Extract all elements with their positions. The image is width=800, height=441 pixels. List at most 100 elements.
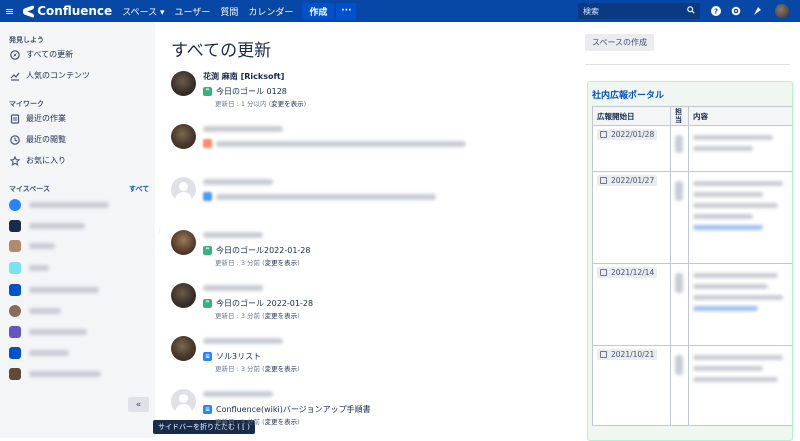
feed-author[interactable] <box>203 177 273 185</box>
sidebar-space-item[interactable] <box>9 347 69 359</box>
more-create-button[interactable]: ··· <box>336 3 357 19</box>
sidebar-space-item[interactable] <box>9 326 87 338</box>
feed-author[interactable] <box>203 283 263 291</box>
feed-item: ❞ 今日のゴール2022-01-28 更新日 : 3 分前 (変更を表示) <box>171 230 551 270</box>
feed-title[interactable] <box>203 192 436 201</box>
feed-item: 花渕 麻南 [Ricksoft] ❞ 今日のゴール 0128 更新日 : 1 分以… <box>171 71 551 111</box>
feed-meta: 更新日 : 3 分前 (変更を表示) <box>215 363 300 373</box>
main-content: すべての更新 花渕 麻南 [Ricksoft] ❞ 今日のゴール 0128 更新日… <box>155 22 800 441</box>
sidebar-heading-myspaces: マイスペース <box>9 185 50 193</box>
clock-icon <box>9 134 20 145</box>
sidebar-space-item[interactable] <box>9 240 55 252</box>
space-icon <box>9 347 21 359</box>
star-icon <box>9 155 20 166</box>
compass-icon <box>9 49 20 60</box>
avatar[interactable] <box>171 124 196 149</box>
date-text: 2021/12/14 <box>611 268 655 277</box>
document-icon <box>9 113 20 124</box>
feed-meta: 更新日 : 3 分前 (変更を表示) <box>215 310 300 320</box>
user-avatar[interactable] <box>775 4 789 18</box>
nav-calendar[interactable]: カレンダー <box>243 0 298 22</box>
sidebar-item-favorites[interactable]: お気に入り <box>9 155 66 166</box>
feed-author[interactable] <box>203 124 283 132</box>
feed-author[interactable] <box>203 389 273 397</box>
feed-author[interactable]: 花渕 麻南 [Ricksoft] <box>203 71 284 82</box>
chart-icon <box>9 70 20 81</box>
create-button[interactable]: 作成 <box>302 3 335 19</box>
feed-author[interactable] <box>203 336 283 344</box>
feed-meta: 更新日 : 3 分前 (変更を表示) <box>215 257 300 267</box>
sidebar-item-recent-work[interactable]: 最近の作業 <box>9 113 66 124</box>
sidebar-heading-discover: 発見しよう <box>9 36 44 44</box>
feed-title-text: 今日のゴール2022-01-28 <box>216 246 311 255</box>
avatar[interactable] <box>171 283 196 308</box>
view-changes-link[interactable]: 変更を表示 <box>265 365 298 373</box>
sidebar-item-recent-views[interactable]: 最近の閲覧 <box>9 134 66 145</box>
feed-title[interactable] <box>203 139 466 148</box>
quote-icon: ❞ <box>203 246 212 255</box>
nav-users[interactable]: ユーザー <box>170 0 216 22</box>
owner-cell <box>670 125 689 172</box>
view-changes-link[interactable]: 変更を表示 <box>265 418 298 426</box>
sidebar-space-item[interactable] <box>9 220 85 232</box>
help-icon[interactable]: ? <box>709 4 723 18</box>
page-icon: ≡ <box>203 405 212 414</box>
sidebar-space-item[interactable] <box>9 199 109 211</box>
collapse-sidebar-button[interactable]: « <box>128 397 149 412</box>
feed-item: ❞ 今日のゴール 2022-01-28 更新日 : 3 分前 (変更を表示) <box>171 283 551 323</box>
date-text: 2021/10/21 <box>611 350 655 359</box>
feed-title-text: 今日のゴール 0128 <box>216 87 287 96</box>
myspaces-all-link[interactable]: すべて <box>129 184 149 194</box>
avatar[interactable] <box>171 71 196 96</box>
sidebar-item-label: 最近の作業 <box>26 114 66 123</box>
sidebar-space-item[interactable] <box>9 368 101 380</box>
view-changes-link[interactable]: 変更を表示 <box>265 312 298 320</box>
view-changes-link[interactable]: 変更を表示 <box>271 100 304 108</box>
feed-title[interactable]: ❞ 今日のゴール 0128 <box>203 86 287 97</box>
sidebar-item-all-updates[interactable]: すべての更新 <box>9 49 73 60</box>
sidebar-space-item[interactable] <box>9 262 49 274</box>
date-chip: 2021/12/14 <box>597 267 658 278</box>
date-chip: 2021/10/21 <box>597 349 658 360</box>
feed-title[interactable]: ≡ Confluence(wiki)バージョンアップ手順書 <box>203 404 371 415</box>
view-changes-link[interactable]: 変更を表示 <box>265 259 298 267</box>
table-row: 2022/01/28 <box>592 125 792 172</box>
sidebar-space-item[interactable] <box>9 284 99 296</box>
settings-icon[interactable] <box>729 4 743 18</box>
create-space-button[interactable]: スペースの作成 <box>585 34 655 51</box>
avatar[interactable] <box>171 389 196 414</box>
space-icon <box>9 305 21 317</box>
date-cell: 2021/12/14 <box>592 263 671 346</box>
page-icon: ≡ <box>203 352 212 361</box>
space-icon <box>9 326 21 338</box>
sidebar-item-label: 最近の閲覧 <box>26 135 66 144</box>
search-input[interactable]: 検索 <box>578 3 700 19</box>
avatar[interactable] <box>171 230 196 255</box>
feed-title-text: ソル3リスト <box>216 352 262 361</box>
page-title: すべての更新 <box>171 41 272 61</box>
sidebar-item-popular[interactable]: 人気のコンテンツ <box>9 70 90 81</box>
feed-meta-suffix: ) <box>297 259 300 267</box>
content-cell <box>688 125 792 172</box>
feed-title[interactable]: ≡ ソル3リスト <box>203 351 261 362</box>
date-chip: 2022/01/28 <box>597 129 658 140</box>
sidebar: 発見しよう すべての更新 人気のコンテンツ マイワーク 最近の作業 最近の閲覧 … <box>0 22 155 438</box>
feed-meta-suffix: ) <box>297 365 300 373</box>
hamburger-icon[interactable]: ≡ <box>0 0 19 22</box>
nav-questions[interactable]: 質問 <box>215 0 243 22</box>
feed-title[interactable]: ❞ 今日のゴール2022-01-28 <box>203 245 311 256</box>
avatar[interactable] <box>171 177 196 202</box>
nav-spaces[interactable]: スペース ▾ <box>117 0 169 22</box>
feed-author[interactable] <box>203 230 263 238</box>
feed-title[interactable]: ❞ 今日のゴール 2022-01-28 <box>203 298 313 309</box>
sidebar-space-item[interactable] <box>9 305 61 317</box>
confluence-logo[interactable]: Confluence <box>19 0 117 22</box>
portal-title[interactable]: 社内広報ポータル <box>592 88 664 101</box>
feed-meta: 更新日 : 3 分前 (変更を表示) <box>215 416 300 426</box>
feed-meta-suffix: ) <box>297 418 300 426</box>
calendar-icon <box>600 269 607 276</box>
avatar[interactable] <box>171 336 196 361</box>
notifications-icon[interactable] <box>750 4 764 18</box>
feed-title-text: 今日のゴール 2022-01-28 <box>216 299 314 308</box>
date-chip: 2022/01/27 <box>597 175 658 186</box>
